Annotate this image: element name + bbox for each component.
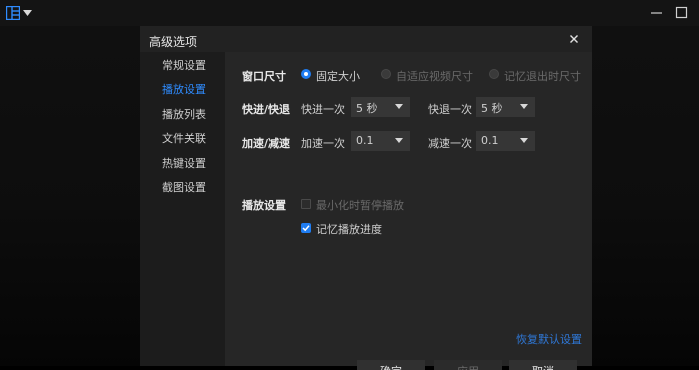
nav-item-playlist[interactable]: 播放列表 xyxy=(162,106,206,122)
pause-on-minimize-checkbox[interactable] xyxy=(301,199,311,209)
playback-settings-panel: 窗口尺寸 固定大小 自适应视频尺寸 记忆退出时尺寸 快进/快退 快进一次 5 秒… xyxy=(225,52,592,370)
nav-item-playback[interactable]: 播放设置 xyxy=(162,81,206,97)
seek-forward-label: 快进一次 xyxy=(301,103,345,116)
check-icon xyxy=(302,225,310,232)
seek-backward-value: 5 秒 xyxy=(481,102,503,115)
speed-down-select[interactable]: 0.1 xyxy=(476,131,535,151)
seek-backward-select[interactable]: 5 秒 xyxy=(476,97,535,117)
speed-up-value: 0.1 xyxy=(356,134,374,147)
speed-down-label: 减速一次 xyxy=(428,137,472,150)
radio-adaptive-size[interactable] xyxy=(381,69,391,79)
bottom-strip xyxy=(0,366,699,370)
radio-fixed-size[interactable] xyxy=(301,69,311,79)
advanced-options-dialog: 高级选项 常规设置 播放设置 播放列表 文件关联 热键设置 截图设置 窗口尺寸 … xyxy=(140,26,592,370)
remember-progress-label[interactable]: 记忆播放进度 xyxy=(316,221,382,237)
layout-grid-icon xyxy=(6,6,20,20)
nav-item-file-assoc[interactable]: 文件关联 xyxy=(162,130,206,146)
speed-down-value: 0.1 xyxy=(481,134,499,147)
caret-down-icon xyxy=(23,10,32,16)
dialog-title: 高级选项 xyxy=(149,35,198,49)
nav-item-general[interactable]: 常规设置 xyxy=(162,57,206,73)
speed-label: 加速/减速 xyxy=(242,137,291,150)
radio-remember-size[interactable] xyxy=(489,69,499,79)
speed-up-select[interactable]: 0.1 xyxy=(351,131,410,151)
maximize-icon[interactable] xyxy=(673,4,691,22)
radio-fixed-size-label[interactable]: 固定大小 xyxy=(316,68,360,84)
speed-up-label: 加速一次 xyxy=(301,137,345,150)
remember-progress-checkbox[interactable] xyxy=(301,223,311,233)
app-menu-button[interactable] xyxy=(6,6,36,20)
caret-down-icon xyxy=(520,104,528,109)
seek-forward-value: 5 秒 xyxy=(356,102,378,115)
settings-nav: 常规设置 播放设置 播放列表 文件关联 热键设置 截图设置 xyxy=(140,52,225,366)
title-bar xyxy=(0,0,699,26)
seek-forward-select[interactable]: 5 秒 xyxy=(351,97,410,117)
minimize-icon[interactable] xyxy=(648,4,666,22)
caret-down-icon xyxy=(520,138,528,143)
restore-defaults-link[interactable]: 恢复默认设置 xyxy=(516,331,582,347)
nav-item-screenshot[interactable]: 截图设置 xyxy=(162,179,206,195)
close-icon[interactable] xyxy=(567,32,581,46)
caret-down-icon xyxy=(395,138,403,143)
radio-remember-size-label[interactable]: 记忆退出时尺寸 xyxy=(504,68,581,84)
pause-on-minimize-label[interactable]: 最小化时暂停播放 xyxy=(316,197,404,213)
window-size-label: 窗口尺寸 xyxy=(242,70,286,83)
radio-adaptive-size-label[interactable]: 自适应视频尺寸 xyxy=(396,68,473,84)
cancel-button[interactable]: 取消 xyxy=(509,360,577,370)
playback-options-label: 播放设置 xyxy=(242,199,286,212)
ok-button[interactable]: 确定 xyxy=(357,360,425,370)
caret-down-icon xyxy=(395,104,403,109)
seek-backward-label: 快退一次 xyxy=(428,103,472,116)
nav-item-hotkeys[interactable]: 热键设置 xyxy=(162,155,206,171)
seek-label: 快进/快退 xyxy=(242,103,291,116)
apply-button[interactable]: 应用 xyxy=(434,360,502,370)
